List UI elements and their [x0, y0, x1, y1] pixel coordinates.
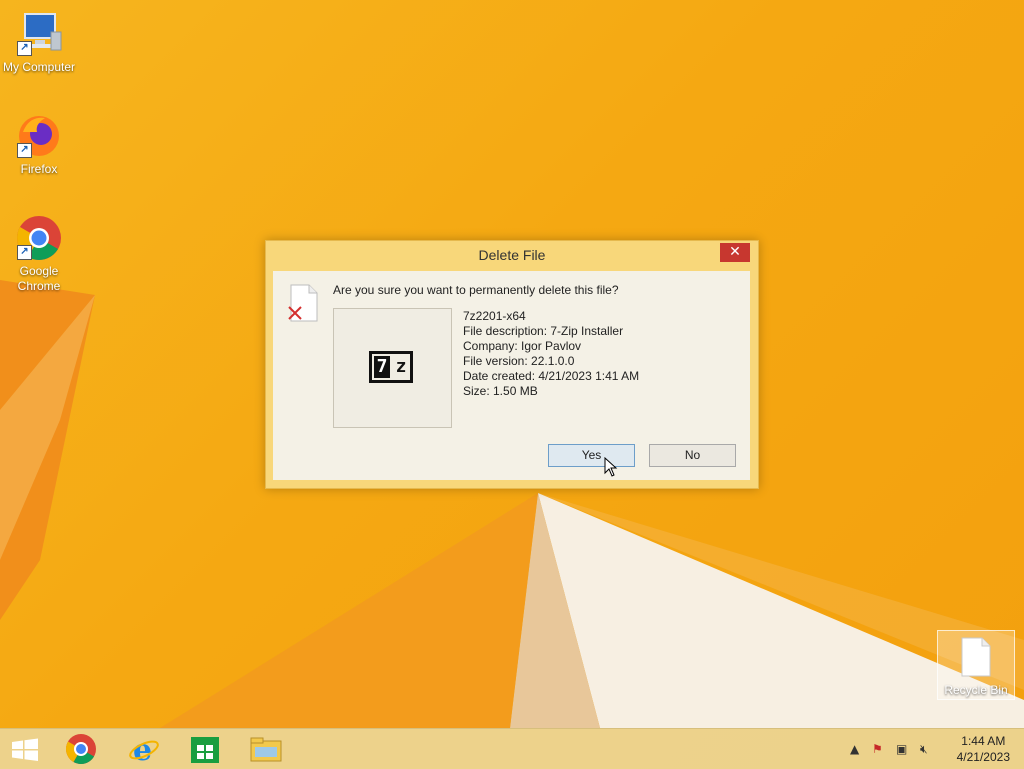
store-icon: [191, 737, 219, 763]
confirmation-question: Are you sure you want to permanently del…: [333, 283, 619, 297]
taskbar-store[interactable]: [188, 733, 222, 765]
volume-muted-icon[interactable]: 🔇︎: [920, 742, 928, 757]
yes-button[interactable]: Yes: [548, 444, 635, 467]
desktop-icon-google-chrome[interactable]: ↗ Google Chrome: [0, 214, 78, 294]
computer-icon: ↗: [15, 10, 63, 58]
7zip-letter: z: [395, 356, 407, 377]
7zip-digit: 7: [374, 356, 390, 378]
desktop-icon-my-computer[interactable]: ↗ My Computer: [0, 10, 78, 75]
desktop-icon-label: My Computer: [2, 60, 76, 74]
delete-file-icon: [287, 283, 321, 327]
system-tray: ▲ ⚑ ▣ 🔇︎ 1:44 AM 4/21/2023: [824, 729, 1024, 769]
dialog-body: Are you sure you want to permanently del…: [273, 271, 750, 480]
7zip-icon: 7 z: [369, 351, 413, 383]
show-hidden-icons-button[interactable]: ▲: [850, 742, 859, 756]
taskbar-chrome[interactable]: [64, 733, 98, 765]
clock[interactable]: 1:44 AM 4/21/2023: [957, 733, 1010, 765]
desktop-icon-label: Firefox: [20, 162, 58, 176]
shortcut-arrow-icon: ↗: [17, 41, 32, 56]
desktop-icon-label: Recycle Bin: [944, 683, 1008, 697]
recycle-bin-icon: [958, 636, 994, 682]
taskbar-file-explorer[interactable]: [249, 733, 283, 765]
chrome-icon: ↗: [15, 214, 63, 262]
file-version: File version: 22.1.0.0: [463, 354, 575, 368]
action-center-flag-icon[interactable]: ⚑: [872, 742, 883, 756]
chrome-icon: [65, 734, 96, 765]
shortcut-arrow-icon: ↗: [17, 143, 32, 158]
file-explorer-icon: [250, 737, 282, 762]
windows-start-icon: [12, 738, 38, 761]
clock-time: 1:44 AM: [961, 734, 1006, 748]
taskbar-internet-explorer[interactable]: e: [127, 733, 161, 768]
desktop-icon-recycle-bin[interactable]: Recycle Bin: [937, 630, 1015, 700]
dialog-title: Delete File: [478, 247, 546, 263]
internet-explorer-icon: e: [129, 733, 159, 768]
mouse-cursor-icon: [604, 457, 618, 477]
file-company: Company: Igor Pavlov: [463, 339, 582, 353]
file-name: 7z2201-x64: [463, 309, 526, 323]
taskbar: e ▲ ⚑ ▣ 🔇︎ 1:44 AM 4/21/2023: [0, 728, 1024, 769]
dialog-titlebar[interactable]: Delete File ✕: [266, 241, 758, 271]
clock-date: 4/21/2023: [956, 750, 1010, 764]
file-thumbnail: 7 z: [333, 308, 452, 428]
file-info: 7z2201-x64 File description: 7-Zip Insta…: [463, 309, 639, 399]
firefox-icon: ↗: [15, 112, 63, 160]
network-icon[interactable]: ▣: [896, 742, 907, 756]
file-description: File description: 7-Zip Installer: [463, 324, 624, 338]
close-button[interactable]: ✕: [720, 243, 750, 262]
no-button[interactable]: No: [649, 444, 736, 467]
desktop-icon-label: Google Chrome: [17, 264, 61, 293]
shortcut-arrow-icon: ↗: [17, 245, 32, 260]
file-date-created: Date created: 4/21/2023 1:41 AM: [463, 369, 640, 383]
file-size: Size: 1.50 MB: [463, 384, 538, 398]
start-button[interactable]: [8, 733, 42, 765]
desktop-icon-firefox[interactable]: ↗ Firefox: [0, 112, 78, 177]
delete-file-dialog: Delete File ✕ Are you sure you want to p…: [265, 240, 759, 489]
